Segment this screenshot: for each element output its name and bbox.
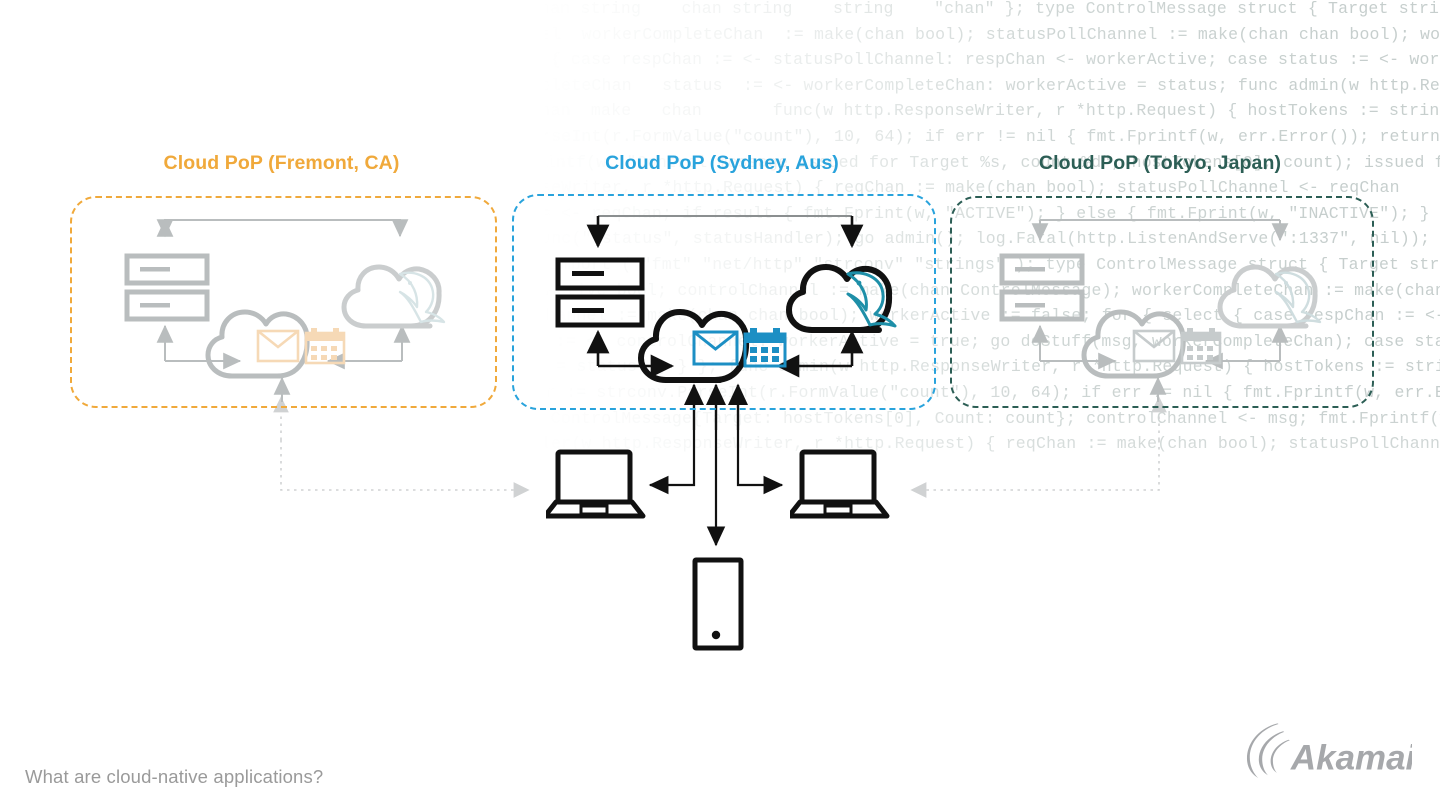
server-stack-icon-fremont	[124, 253, 210, 322]
connector-tokyo-to-laptop-right	[910, 396, 1167, 498]
calendar-icon-fremont	[304, 328, 346, 365]
panel-content-fremont	[124, 218, 446, 402]
diagram-canvas: chan string chan string string "chan" };…	[0, 0, 1440, 810]
server-stack-icon-sydney	[555, 257, 645, 328]
cloud-database-dolphin-icon-sydney	[786, 264, 897, 333]
smartphone-icon[interactable]	[690, 556, 746, 656]
panel-content-tokyo	[999, 219, 1322, 402]
akamai-wordmark: Akamai	[1290, 739, 1412, 778]
connector-fremont-to-laptop-left	[273, 396, 530, 498]
panel-title-sydney: Cloud PoP (Sydney, Aus)	[605, 152, 839, 174]
calendar-icon-sydney	[743, 328, 787, 368]
laptop-icon-right[interactable]	[790, 448, 900, 520]
panel-title-tokyo: Cloud PoP (Tokyo, Japan)	[1038, 152, 1282, 174]
laptop-icon-left[interactable]	[546, 448, 656, 520]
envelope-icon-fremont	[256, 329, 300, 363]
envelope-icon-tokyo	[1132, 329, 1176, 363]
panel-content-sydney	[555, 215, 897, 383]
cloud-database-dolphin-icon-fremont	[341, 264, 446, 329]
cloud-database-dolphin-icon-tokyo	[1217, 264, 1322, 329]
calendar-icon-tokyo	[1180, 328, 1222, 365]
footer-caption: What are cloud-native applications?	[25, 766, 324, 787]
envelope-icon-sydney	[692, 330, 739, 366]
akamai-logo: Akamai	[1246, 723, 1412, 779]
panel-title-fremont: Cloud PoP (Fremont, CA)	[163, 152, 400, 174]
server-stack-icon-tokyo	[999, 253, 1085, 322]
